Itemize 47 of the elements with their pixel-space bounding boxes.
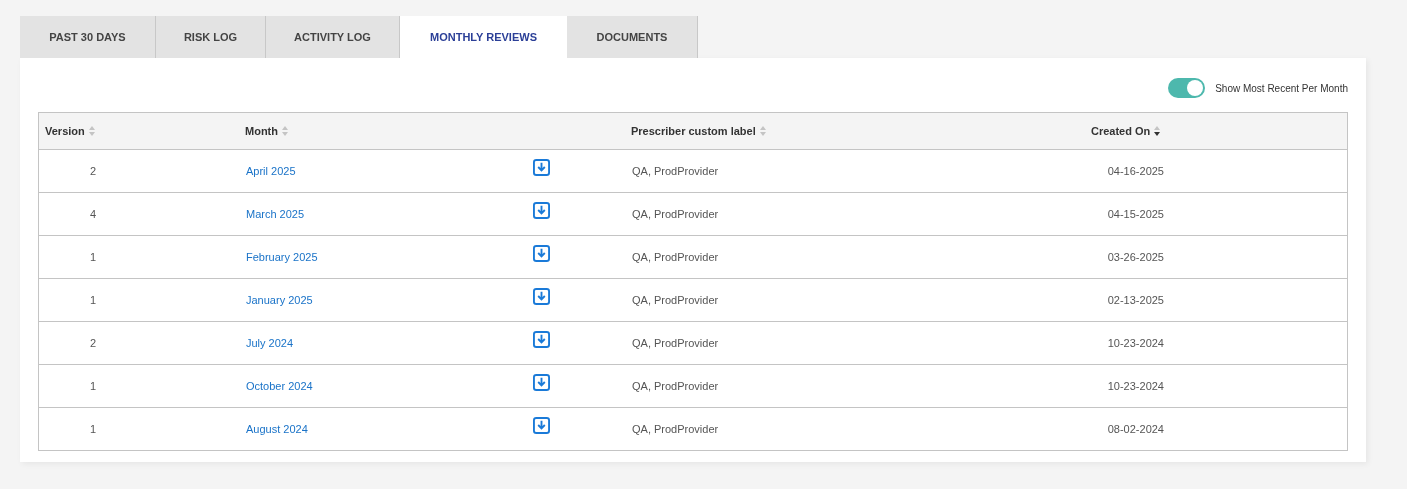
download-icon[interactable] — [532, 373, 550, 391]
table-cell: QA, ProdProvider — [632, 294, 719, 306]
month-link[interactable]: March 2025 — [246, 208, 305, 220]
table-cell: QA, ProdProvider — [632, 423, 719, 435]
tab[interactable]: PAST 30 DAYS — [20, 16, 156, 58]
download-icon[interactable] — [532, 244, 550, 262]
table-cell: 04-15-2025 — [1107, 208, 1164, 220]
table-cell: 1 — [89, 380, 97, 392]
month-link[interactable]: August 2024 — [246, 423, 308, 435]
month-link[interactable]: January 2025 — [246, 294, 313, 306]
column-header[interactable]: Version — [45, 125, 85, 137]
sort-icon[interactable] — [1154, 126, 1161, 136]
table-cell: 10-23-2024 — [1107, 337, 1164, 349]
month-link[interactable]: October 2024 — [246, 380, 313, 392]
table-cell: 2 — [89, 165, 97, 177]
tab[interactable]: MONTHLY REVIEWS — [400, 16, 567, 58]
month-link[interactable]: April 2025 — [246, 165, 296, 177]
download-icon[interactable] — [532, 287, 550, 305]
table-cell: 1 — [89, 251, 97, 263]
table-cell: 10-23-2024 — [1107, 380, 1164, 392]
table-cell: QA, ProdProvider — [632, 251, 719, 263]
column-header[interactable]: Created On — [1091, 125, 1151, 137]
table-cell: QA, ProdProvider — [632, 165, 719, 177]
table-cell: QA, ProdProvider — [632, 380, 719, 392]
tab[interactable]: DOCUMENTS — [567, 16, 698, 58]
download-icon[interactable] — [532, 416, 550, 434]
table-cell: 08-02-2024 — [1107, 423, 1164, 435]
toggle-switch[interactable] — [1168, 78, 1206, 98]
table-cell: 4 — [89, 208, 97, 220]
table-cell: 1 — [89, 423, 97, 435]
table-cell: QA, ProdProvider — [632, 208, 719, 220]
download-icon[interactable] — [532, 201, 550, 219]
month-link[interactable]: July 2024 — [246, 337, 294, 349]
table-cell: 02-13-2025 — [1107, 294, 1164, 306]
table-cell: 03-26-2025 — [1107, 251, 1164, 263]
toggle-label: Show Most Recent Per Month — [1215, 82, 1348, 94]
download-icon[interactable] — [532, 158, 550, 176]
table-cell: 1 — [89, 294, 97, 306]
table-cell: QA, ProdProvider — [632, 337, 719, 349]
column-header[interactable]: Prescriber custom label — [631, 125, 756, 137]
table-cell: 04-16-2025 — [1107, 165, 1164, 177]
tab[interactable]: RISK LOG — [156, 16, 266, 58]
column-header[interactable]: Month — [245, 125, 278, 137]
tab[interactable]: ACTIVITY LOG — [266, 16, 400, 58]
download-icon[interactable] — [532, 330, 550, 348]
table-cell: 2 — [89, 337, 97, 349]
month-link[interactable]: February 2025 — [246, 251, 318, 263]
